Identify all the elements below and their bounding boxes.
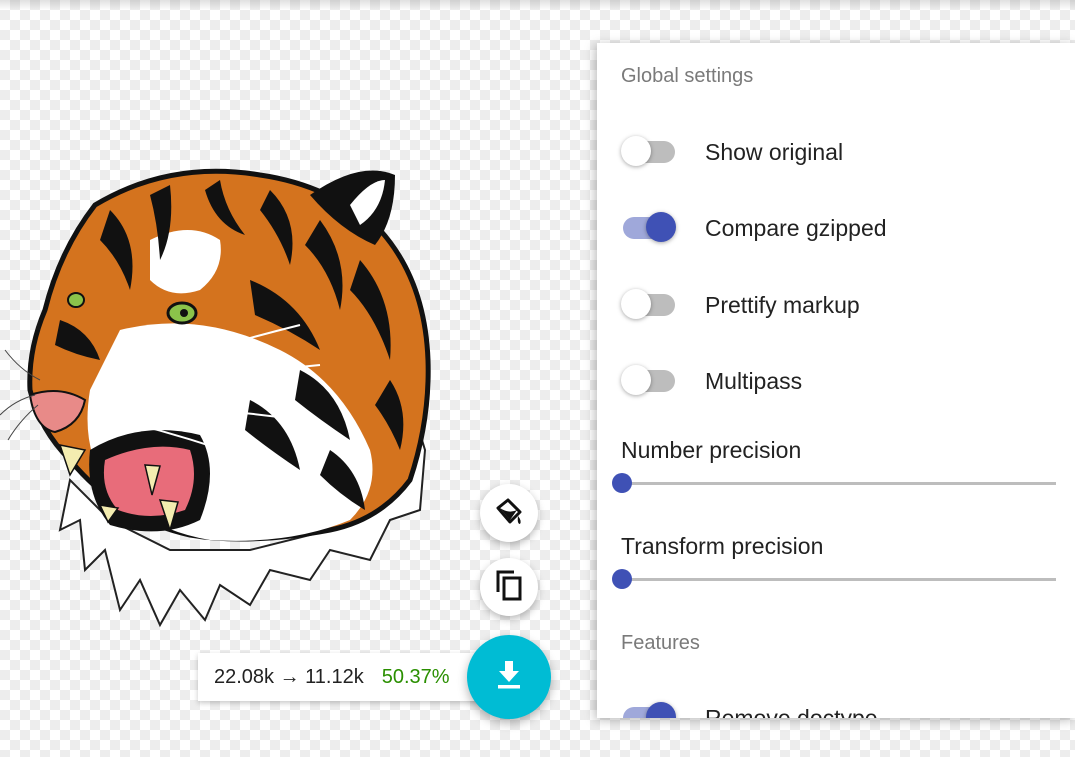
toggle-thumb[interactable]	[646, 702, 676, 718]
toolbar-shadow	[0, 0, 1075, 10]
download-button[interactable]	[467, 635, 551, 719]
features-title: Features	[621, 632, 700, 654]
toggle-show-original[interactable]: Show original	[621, 132, 1061, 172]
optimization-results: 22.08k → 11.12k 50.37%	[198, 653, 488, 701]
preview-background-button[interactable]	[480, 484, 538, 542]
toggle-multipass[interactable]: Multipass	[621, 361, 1061, 401]
number-precision-slider[interactable]	[612, 473, 1056, 493]
slider-thumb[interactable]	[612, 569, 632, 589]
transform-precision-label: Transform precision	[621, 533, 824, 559]
copy-button[interactable]	[480, 558, 538, 616]
toggle-thumb[interactable]	[621, 289, 651, 319]
toggle-thumb[interactable]	[646, 212, 676, 242]
toggle-label: Prettify markup	[705, 292, 860, 318]
number-precision-label: Number precision	[621, 437, 802, 463]
toggle-label: Multipass	[705, 368, 803, 394]
global-settings-title: Global settings	[621, 65, 754, 87]
settings-panel: Global settings Show original Compare gz…	[597, 43, 1075, 718]
svg-preview-image	[0, 168, 431, 628]
savings-percent: 50.37%	[381, 665, 450, 688]
download-icon	[494, 659, 524, 696]
toggle-prettify-markup[interactable]: Prettify markup	[621, 285, 1061, 325]
toggle-label: Remove doctype	[705, 705, 878, 718]
copy-icon	[493, 568, 525, 607]
slider-thumb[interactable]	[612, 473, 632, 493]
toggle-compare-gzipped[interactable]: Compare gzipped	[621, 208, 1061, 248]
size-comparison: 22.08k → 11.12k	[214, 665, 364, 688]
toggle-label: Compare gzipped	[705, 215, 887, 241]
transform-precision-slider[interactable]	[612, 569, 1056, 589]
toggle-thumb[interactable]	[621, 136, 651, 166]
toggle-label: Show original	[705, 139, 844, 165]
toggle-remove-doctype[interactable]: Remove doctype	[621, 698, 1061, 718]
toggle-thumb[interactable]	[621, 365, 651, 395]
paint-bucket-icon	[492, 494, 526, 533]
